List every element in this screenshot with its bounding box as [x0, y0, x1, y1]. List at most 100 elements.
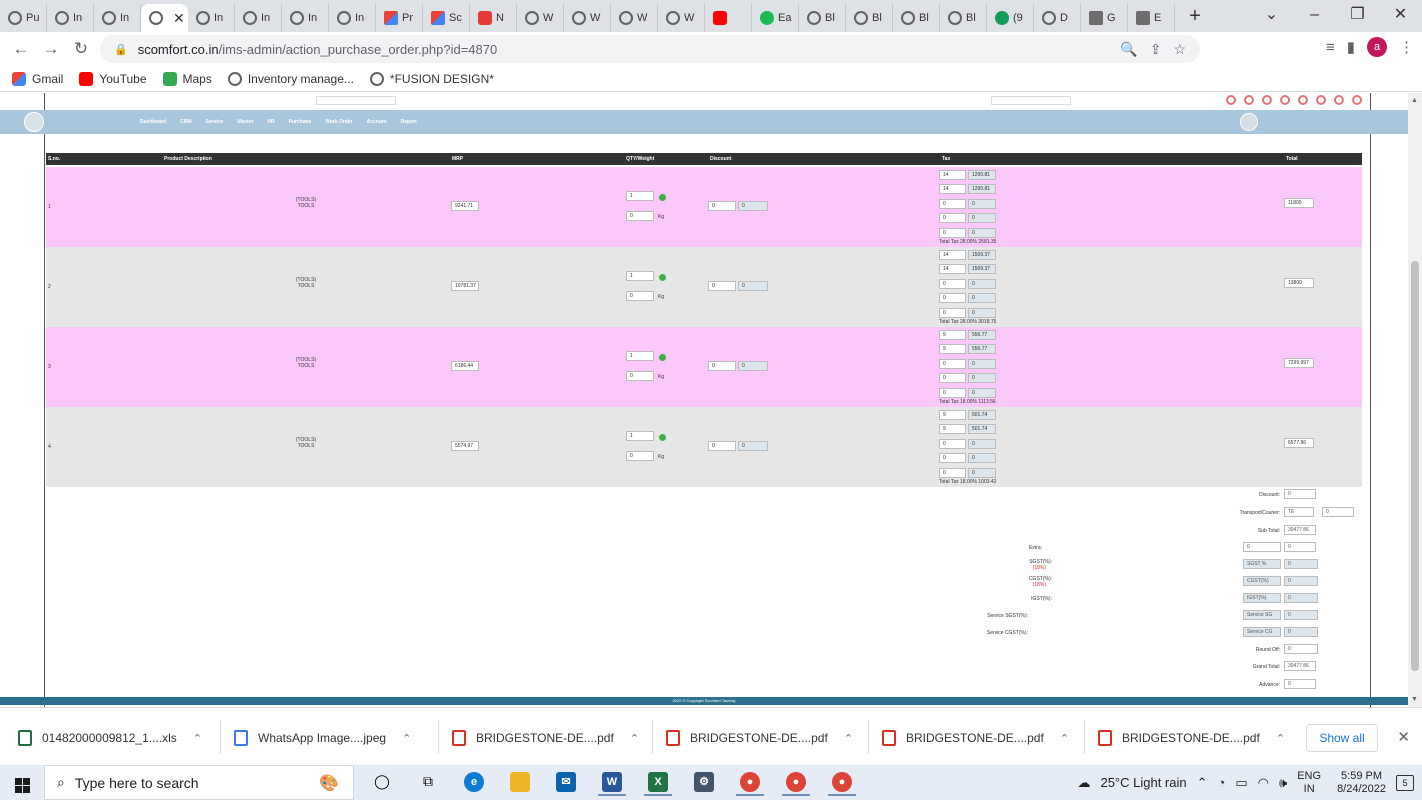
- tax-rate-input[interactable]: 9: [939, 344, 966, 355]
- tab[interactable]: W: [564, 4, 611, 32]
- tab[interactable]: In: [235, 4, 282, 32]
- zoom-icon[interactable]: 🔍: [1120, 41, 1137, 58]
- page-scrollbar[interactable]: ▲ ▼: [1408, 93, 1422, 707]
- bookmark-item[interactable]: *FUSION DESIGN*: [369, 71, 494, 86]
- tax-rate-input[interactable]: 0: [939, 278, 966, 289]
- tab[interactable]: N: [470, 4, 517, 32]
- tab[interactable]: In: [329, 4, 376, 32]
- discount-input[interactable]: 0: [708, 281, 736, 291]
- download-item[interactable]: BRIDGESTONE-DE....pdf ⌃: [452, 724, 639, 752]
- weight-input[interactable]: 0: [626, 291, 654, 301]
- social-icon[interactable]: [1280, 95, 1290, 105]
- tab[interactable]: In: [94, 4, 141, 32]
- scroll-down-icon[interactable]: ▼: [1411, 696, 1418, 703]
- lock-icon[interactable]: 🔒: [114, 43, 128, 56]
- maximize-icon[interactable]: ❐: [1336, 0, 1379, 30]
- discount-input[interactable]: 0: [1284, 489, 1316, 499]
- extra-pct-input[interactable]: 0: [1243, 542, 1281, 552]
- reload-icon[interactable]: ↻: [66, 39, 96, 59]
- nav-item[interactable]: HR: [267, 119, 274, 125]
- tab[interactable]: In: [47, 4, 94, 32]
- tab[interactable]: G: [1081, 4, 1128, 32]
- social-icon[interactable]: [1316, 95, 1326, 105]
- tab[interactable]: E: [1128, 4, 1175, 32]
- avatar[interactable]: a: [1367, 37, 1387, 57]
- tax-rate-input[interactable]: 9: [939, 410, 966, 420]
- tab[interactable]: Bl: [846, 4, 893, 32]
- tax-rate-input[interactable]: 14: [939, 170, 966, 180]
- tab-active[interactable]: ✕: [141, 4, 188, 32]
- social-icon[interactable]: [1334, 95, 1344, 105]
- download-item[interactable]: 01482000009812_1....xls ⌃: [18, 724, 202, 752]
- file-explorer-icon[interactable]: [506, 770, 534, 796]
- volume-icon[interactable]: 🕪: [1279, 775, 1287, 791]
- sidepanel-icon[interactable]: ▮: [1347, 38, 1355, 56]
- cortana-icon[interactable]: ◯: [368, 770, 396, 796]
- tab[interactable]: In: [188, 4, 235, 32]
- chevron-up-icon[interactable]: ⌃: [844, 732, 853, 745]
- tab[interactable]: Bl: [893, 4, 940, 32]
- tax-rate-input[interactable]: 0: [939, 293, 966, 304]
- qty-input[interactable]: 1: [626, 351, 654, 361]
- bookmark-item[interactable]: YouTube: [79, 71, 147, 86]
- chevron-up-icon[interactable]: ⌃: [402, 732, 411, 745]
- tab[interactable]: W: [611, 4, 658, 32]
- advance-input[interactable]: 0: [1284, 679, 1316, 689]
- chevron-up-icon[interactable]: ⌃: [1276, 732, 1285, 745]
- excel-icon[interactable]: X: [644, 770, 672, 796]
- chevron-up-icon[interactable]: ⌃: [1197, 775, 1208, 791]
- user-avatar[interactable]: [1240, 113, 1258, 131]
- row-total-input[interactable]: 6577.86: [1284, 438, 1314, 448]
- taskbar-search[interactable]: ⌕ Type here to search 🎨: [44, 765, 354, 800]
- media-icon[interactable]: ≡: [1326, 39, 1335, 56]
- tax-rate-input[interactable]: 0: [939, 227, 966, 238]
- tax-rate-input[interactable]: 0: [939, 373, 966, 384]
- bookmark-item[interactable]: Inventory manage...: [227, 71, 354, 86]
- weight-input[interactable]: 0: [626, 451, 654, 461]
- network-icon[interactable]: ◔: [1218, 775, 1226, 790]
- tax-rate-input[interactable]: 14: [939, 250, 966, 260]
- tax-rate-input[interactable]: 0: [939, 387, 966, 398]
- logo[interactable]: [24, 112, 44, 132]
- bookmark-item[interactable]: Gmail: [12, 71, 63, 86]
- weather-icon[interactable]: ☁: [1077, 775, 1090, 791]
- tab[interactable]: W: [658, 4, 705, 32]
- download-item[interactable]: BRIDGESTONE-DE....pdf ⌃: [1098, 724, 1285, 752]
- tab[interactable]: (9: [987, 4, 1034, 32]
- mrp-input[interactable]: 5574.97: [451, 441, 479, 451]
- star-icon[interactable]: ☆: [1173, 41, 1186, 58]
- menu-icon[interactable]: ⋮: [1399, 38, 1414, 56]
- tax-rate-input[interactable]: 9: [939, 424, 966, 435]
- tab[interactable]: Pr: [376, 4, 423, 32]
- chevron-up-icon[interactable]: ⌃: [630, 732, 639, 745]
- tax-rate-input[interactable]: 14: [939, 184, 966, 195]
- share-icon[interactable]: ⇪: [1150, 41, 1162, 58]
- social-icon[interactable]: [1262, 95, 1272, 105]
- grandtotal-input[interactable]: 39477.86: [1284, 661, 1316, 671]
- discount-input[interactable]: 0: [708, 361, 736, 371]
- tax-rate-input[interactable]: 0: [939, 358, 966, 369]
- tab[interactable]: W: [517, 4, 564, 32]
- edge-icon[interactable]: e: [460, 770, 488, 796]
- nav-item[interactable]: CRM: [180, 119, 191, 125]
- tax-rate-input[interactable]: 0: [939, 213, 966, 224]
- weight-input[interactable]: 0: [626, 211, 654, 221]
- row-total-input[interactable]: 7299.997: [1284, 358, 1314, 368]
- discount-input[interactable]: 0: [708, 201, 736, 211]
- close-icon[interactable]: ✕: [1397, 728, 1410, 746]
- chevron-up-icon[interactable]: ⌃: [193, 732, 202, 745]
- start-button[interactable]: [0, 772, 44, 793]
- clock[interactable]: 5:59 PM 8/24/2022: [1337, 770, 1386, 796]
- scroll-up-icon[interactable]: ▲: [1411, 97, 1418, 104]
- wifi-icon[interactable]: ◠: [1258, 775, 1269, 791]
- tab[interactable]: Sc: [423, 4, 470, 32]
- task-view-icon[interactable]: ⧉: [414, 770, 442, 796]
- tab[interactable]: In: [282, 4, 329, 32]
- tax-rate-input[interactable]: 9: [939, 330, 966, 340]
- social-icon[interactable]: [1226, 95, 1236, 105]
- close-icon[interactable]: ✕: [1379, 0, 1422, 30]
- nav-item[interactable]: Master: [237, 119, 253, 125]
- nav-item[interactable]: Dashboard: [140, 119, 166, 125]
- download-item[interactable]: WhatsApp Image....jpeg ⌃: [234, 724, 411, 752]
- mrp-input[interactable]: 9241.71: [451, 201, 479, 211]
